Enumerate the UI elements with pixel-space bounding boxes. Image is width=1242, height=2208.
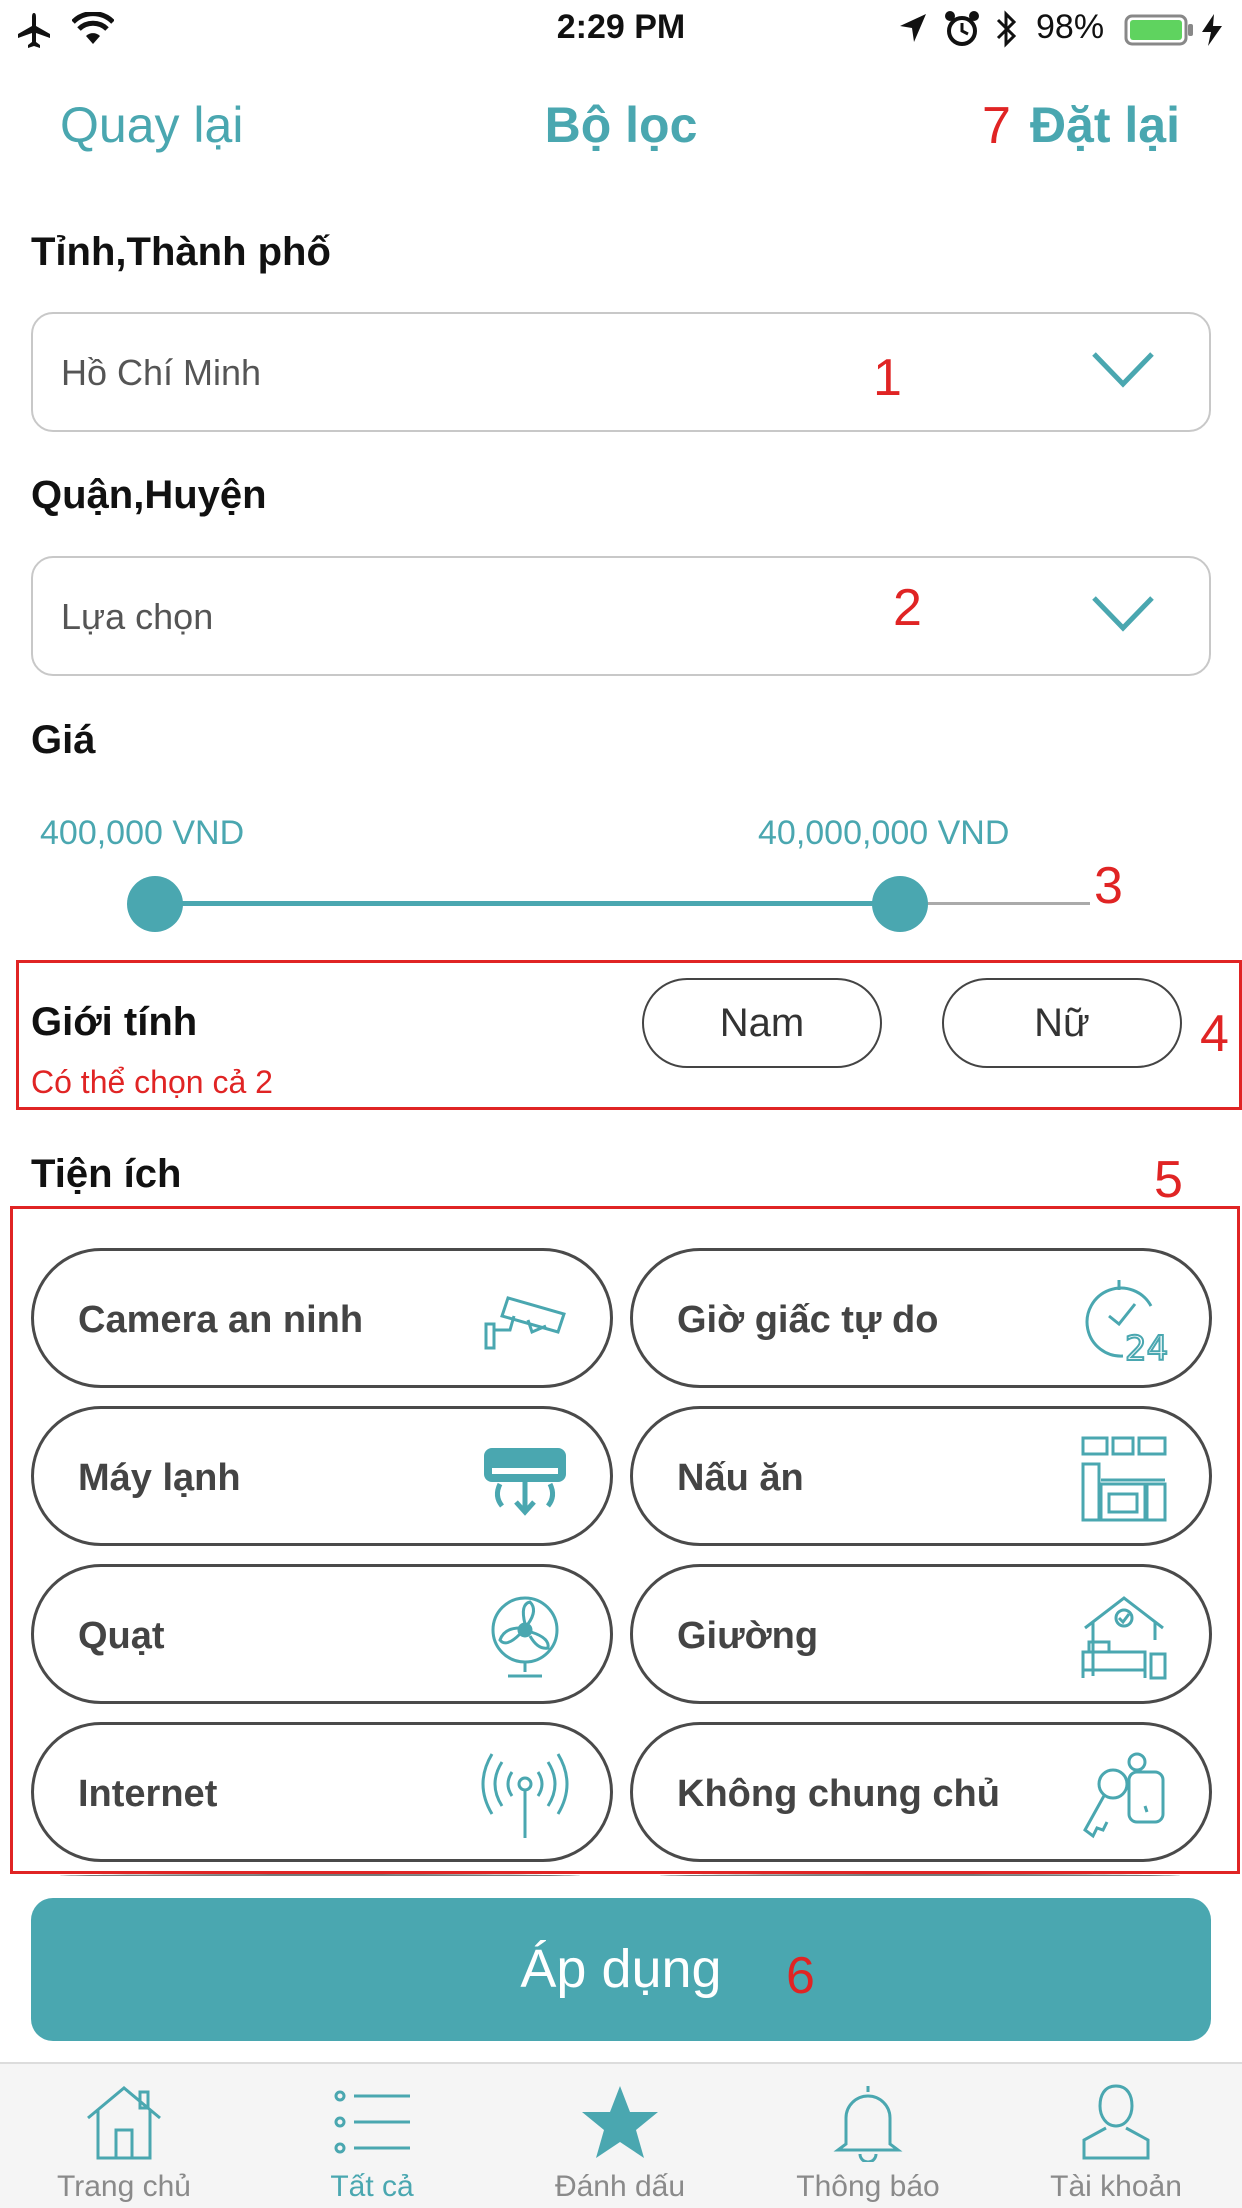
alarm-icon (945, 11, 979, 46)
amenity-label: Máy lạnh (78, 1457, 241, 1499)
price-label: Giá (31, 718, 96, 762)
tab-label: Thông báo (796, 2170, 940, 2203)
price-min: 400,000 VND (40, 814, 245, 852)
chevron-down-icon (1092, 352, 1154, 388)
amenity-free-hours[interactable]: Giờ giấc tự do 24 (630, 1248, 1212, 1388)
gender-option-male[interactable]: Nam (642, 978, 882, 1068)
price-slider-range (155, 901, 900, 906)
tab-home[interactable]: Trang chủ (0, 2064, 248, 2208)
battery-percent: 98% (1036, 8, 1105, 46)
kitchen-icon (1081, 1436, 1167, 1522)
tab-label: Trang chủ (57, 2170, 191, 2203)
district-select[interactable]: Lựa chọn (31, 556, 1211, 676)
annotation-2: 2 (893, 579, 922, 637)
apply-label: Áp dụng (520, 1939, 722, 1999)
tab-label: Đánh dấu (554, 2170, 686, 2203)
annotation-3: 3 (1094, 857, 1123, 915)
amenity-row-partial (60, 1874, 580, 1878)
air-conditioner-icon (484, 1448, 566, 1516)
back-button[interactable]: Quay lại (60, 96, 243, 154)
gender-hint: Có thể chọn cả 2 (31, 1064, 273, 1100)
amenity-no-landlord[interactable]: Không chung chủ (630, 1722, 1212, 1862)
district-value: Lựa chọn (61, 596, 214, 637)
battery-icon (1124, 14, 1193, 46)
fan-icon (491, 1596, 559, 1678)
amenity-row-partial (660, 1874, 1180, 1878)
antenna-icon (481, 1753, 569, 1838)
tab-label: Tất cả (330, 2170, 414, 2203)
bluetooth-icon (996, 10, 1017, 48)
reset-button[interactable]: Đặt lại (1030, 96, 1180, 154)
annotation-4: 4 (1200, 1005, 1229, 1063)
user-icon (1082, 2084, 1150, 2160)
amenity-fan[interactable]: Quạt (31, 1564, 613, 1704)
amenity-label: Giờ giấc tự do (677, 1299, 939, 1341)
amenity-label: Internet (78, 1773, 218, 1815)
chevron-down-icon (1092, 596, 1154, 632)
tab-bar: Trang chủ Tất cả Đánh dấu Thông báo Tài … (0, 2062, 1242, 2208)
home-icon (87, 2086, 161, 2160)
city-label: Tỉnh,Thành phố (31, 230, 331, 274)
apply-button[interactable]: Áp dụng (31, 1898, 1211, 2041)
annotation-1: 1 (873, 349, 902, 407)
amenity-air-conditioner[interactable]: Máy lạnh (31, 1406, 613, 1546)
bed-icon (1081, 1596, 1167, 1680)
tab-label: Tài khoản (1050, 2170, 1182, 2203)
location-icon (900, 14, 926, 42)
annotation-6: 6 (786, 1947, 815, 2005)
status-bar: 2:29 PM 98% (0, 0, 1242, 60)
price-max: 40,000,000 VND (758, 814, 1010, 852)
keys-icon (1083, 1752, 1165, 1839)
amenity-camera[interactable]: Camera an ninh (31, 1248, 613, 1388)
annotation-5: 5 (1154, 1151, 1183, 1209)
amenities-label: Tiện ích (31, 1152, 182, 1196)
tab-all[interactable]: Tất cả (248, 2064, 496, 2208)
tab-bookmarks[interactable]: Đánh dấu (496, 2064, 744, 2208)
amenity-label: Camera an ninh (78, 1299, 364, 1341)
district-label: Quận,Huyện (31, 473, 267, 517)
charging-icon (1202, 14, 1222, 46)
amenity-internet[interactable]: Internet (31, 1722, 613, 1862)
amenity-label: Không chung chủ (677, 1773, 1000, 1815)
amenity-label: Giường (677, 1615, 819, 1657)
city-value: Hồ Chí Minh (61, 352, 262, 393)
price-slider-min-thumb[interactable] (127, 876, 183, 932)
amenity-bed[interactable]: Giường (630, 1564, 1212, 1704)
bell-icon (833, 2086, 903, 2162)
gender-label: Giới tính (31, 1000, 198, 1044)
star-icon (582, 2086, 658, 2158)
amenity-label: Quạt (78, 1615, 165, 1657)
clock-24-icon: 24 (1085, 1280, 1169, 1366)
gender-option-female[interactable]: Nữ (942, 978, 1182, 1068)
city-select[interactable]: Hồ Chí Minh (31, 312, 1211, 432)
amenity-label: Nấu ăn (677, 1457, 804, 1499)
security-camera-icon (484, 1296, 566, 1350)
annotation-7: 7 (982, 97, 1011, 155)
amenity-cooking[interactable]: Nấu ăn (630, 1406, 1212, 1546)
svg-text:24: 24 (1125, 1329, 1168, 1366)
list-icon (334, 2090, 410, 2154)
tab-notifications[interactable]: Thông báo (744, 2064, 992, 2208)
price-slider-max-thumb[interactable] (872, 876, 928, 932)
tab-account[interactable]: Tài khoản (992, 2064, 1240, 2208)
